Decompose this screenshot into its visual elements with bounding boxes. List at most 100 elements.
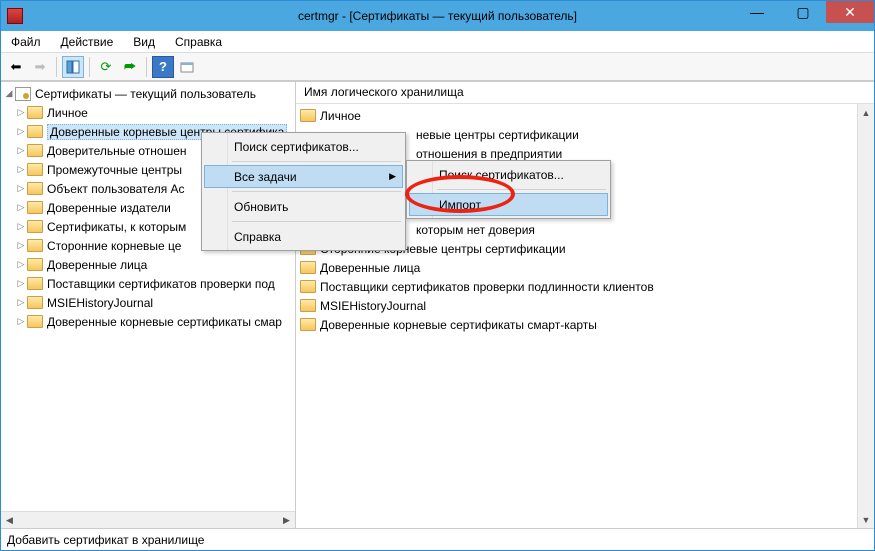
list-item-label: которым нет доверия bbox=[416, 223, 535, 237]
context-menu-separator bbox=[232, 221, 401, 222]
refresh-button[interactable]: ⟳ bbox=[95, 56, 117, 78]
help-button[interactable]: ? bbox=[152, 56, 174, 78]
expand-icon[interactable]: ▷ bbox=[15, 164, 27, 175]
vertical-scrollbar[interactable]: ▲ ▼ bbox=[857, 104, 874, 528]
folder-icon bbox=[300, 109, 316, 122]
folder-icon bbox=[300, 318, 316, 331]
context-submenu: Поиск сертификатов... Импорт... bbox=[406, 160, 611, 219]
tree-item-label: Доверенные лица bbox=[47, 258, 147, 272]
folder-icon bbox=[27, 315, 43, 328]
ctx-import[interactable]: Импорт... bbox=[409, 193, 608, 216]
close-button[interactable]: ✕ bbox=[826, 1, 874, 23]
menu-file[interactable]: Файл bbox=[7, 33, 45, 51]
expand-icon[interactable]: ▷ bbox=[15, 259, 27, 270]
tree-item-label: Промежуточные центры bbox=[47, 163, 182, 177]
scroll-down-icon[interactable]: ▼ bbox=[858, 511, 874, 528]
list-item[interactable]: MSIEHistoryJournal bbox=[296, 296, 874, 315]
tree-root-label: Сертификаты — текущий пользователь bbox=[35, 87, 256, 101]
app-icon bbox=[7, 8, 23, 24]
window-controls: — ▢ ✕ bbox=[734, 1, 874, 23]
expand-icon[interactable]: ▷ bbox=[15, 107, 27, 118]
cert-store-icon bbox=[15, 87, 31, 101]
toolbar-separator bbox=[146, 57, 147, 77]
forward-button[interactable]: ➡ bbox=[29, 56, 51, 78]
expand-icon[interactable]: ▷ bbox=[15, 240, 27, 251]
tree-item-label: Поставщики сертификатов проверки под bbox=[47, 277, 275, 291]
toolbar-separator bbox=[89, 57, 90, 77]
expand-icon[interactable]: ▷ bbox=[15, 126, 27, 137]
ctx-refresh[interactable]: Обновить bbox=[204, 195, 403, 218]
tree-item-label: Сторонние корневые це bbox=[47, 239, 181, 253]
list-item-label: Доверенные лица bbox=[320, 261, 420, 275]
list-item-label: Поставщики сертификатов проверки подлинн… bbox=[320, 280, 654, 294]
expand-icon[interactable]: ▷ bbox=[15, 316, 27, 327]
folder-icon bbox=[27, 239, 43, 252]
collapse-icon[interactable]: ◢ bbox=[3, 88, 15, 99]
menu-help[interactable]: Справка bbox=[171, 33, 226, 51]
list-item-label: невые центры сертификации bbox=[416, 128, 579, 142]
tree-item-label: MSIEHistoryJournal bbox=[47, 296, 153, 310]
expand-icon[interactable]: ▷ bbox=[15, 221, 27, 232]
column-header[interactable]: Имя логического хранилища bbox=[296, 82, 874, 104]
menu-action[interactable]: Действие bbox=[57, 33, 118, 51]
scroll-up-icon[interactable]: ▲ bbox=[858, 104, 874, 121]
ctx-find-certs[interactable]: Поиск сертификатов... bbox=[204, 135, 403, 158]
folder-icon bbox=[300, 280, 316, 293]
list-item-label: MSIEHistoryJournal bbox=[320, 299, 426, 313]
status-text: Добавить сертификат в хранилище bbox=[7, 533, 204, 547]
tree-item-label: Личное bbox=[47, 106, 88, 120]
tree-item[interactable]: ▷ Поставщики сертификатов проверки под bbox=[1, 274, 295, 293]
tree-item-label: Сертификаты, к которым bbox=[47, 220, 186, 234]
menu-view[interactable]: Вид bbox=[129, 33, 159, 51]
content-area: ◢ Сертификаты — текущий пользователь ▷ Л… bbox=[1, 81, 874, 528]
folder-icon bbox=[27, 258, 43, 271]
ctx-label: Поиск сертификатов... bbox=[439, 168, 564, 182]
context-menu-separator bbox=[232, 191, 401, 192]
context-menu-separator bbox=[232, 161, 401, 162]
folder-icon bbox=[27, 201, 43, 214]
show-tree-button[interactable] bbox=[62, 56, 84, 78]
folder-icon bbox=[27, 163, 43, 176]
scroll-right-icon[interactable]: ▶ bbox=[278, 512, 295, 528]
list-item[interactable]: Поставщики сертификатов проверки подлинн… bbox=[296, 277, 874, 296]
ctx-all-tasks[interactable]: Все задачи ▶ bbox=[204, 165, 403, 188]
back-button[interactable]: ⬅ bbox=[5, 56, 27, 78]
tree-item-label: Доверительные отношен bbox=[47, 144, 187, 158]
expand-icon[interactable]: ▷ bbox=[15, 278, 27, 289]
folder-icon bbox=[27, 296, 43, 309]
folder-icon bbox=[27, 125, 43, 138]
expand-icon[interactable]: ▷ bbox=[15, 183, 27, 194]
list-item-label: Доверенные корневые сертификаты смарт-ка… bbox=[320, 318, 597, 332]
ctx-label: Обновить bbox=[234, 200, 288, 214]
tree-item-label: Объект пользователя Ac bbox=[47, 182, 185, 196]
list-item-label: Личное bbox=[320, 109, 361, 123]
properties-button[interactable] bbox=[176, 56, 198, 78]
scroll-left-icon[interactable]: ◀ bbox=[1, 512, 18, 528]
tree-item[interactable]: ▷ Доверенные лица bbox=[1, 255, 295, 274]
context-menu: Поиск сертификатов... Все задачи ▶ Обнов… bbox=[201, 132, 406, 251]
tree-item-label: Доверенные корневые сертификаты смар bbox=[47, 315, 282, 329]
tree-root[interactable]: ◢ Сертификаты — текущий пользователь bbox=[1, 84, 295, 103]
folder-icon bbox=[27, 220, 43, 233]
ctx-sub-find-certs[interactable]: Поиск сертификатов... bbox=[409, 163, 608, 186]
list-item[interactable]: Доверенные лица bbox=[296, 258, 874, 277]
maximize-button[interactable]: ▢ bbox=[780, 1, 826, 23]
minimize-button[interactable]: — bbox=[734, 1, 780, 23]
expand-icon[interactable]: ▷ bbox=[15, 297, 27, 308]
expand-icon[interactable]: ▷ bbox=[15, 145, 27, 156]
expand-icon[interactable]: ▷ bbox=[15, 202, 27, 213]
horizontal-scrollbar[interactable]: ◀ ▶ bbox=[1, 511, 295, 528]
ctx-help[interactable]: Справка bbox=[204, 225, 403, 248]
folder-icon bbox=[27, 277, 43, 290]
tree-item[interactable]: ▷ Личное bbox=[1, 103, 295, 122]
tree-item-label: Доверенные издатели bbox=[47, 201, 171, 215]
list-item-label: отношения в предприятии bbox=[416, 147, 562, 161]
tree-item[interactable]: ▷ Доверенные корневые сертификаты смар bbox=[1, 312, 295, 331]
tree-item[interactable]: ▷ MSIEHistoryJournal bbox=[1, 293, 295, 312]
list-item[interactable]: Личное bbox=[296, 106, 874, 125]
statusbar: Добавить сертификат в хранилище bbox=[1, 528, 874, 550]
export-button[interactable]: ⮫ bbox=[119, 56, 141, 78]
list-item[interactable]: Доверенные корневые сертификаты смарт-ка… bbox=[296, 315, 874, 334]
folder-icon bbox=[300, 261, 316, 274]
ctx-label: Поиск сертификатов... bbox=[234, 140, 359, 154]
